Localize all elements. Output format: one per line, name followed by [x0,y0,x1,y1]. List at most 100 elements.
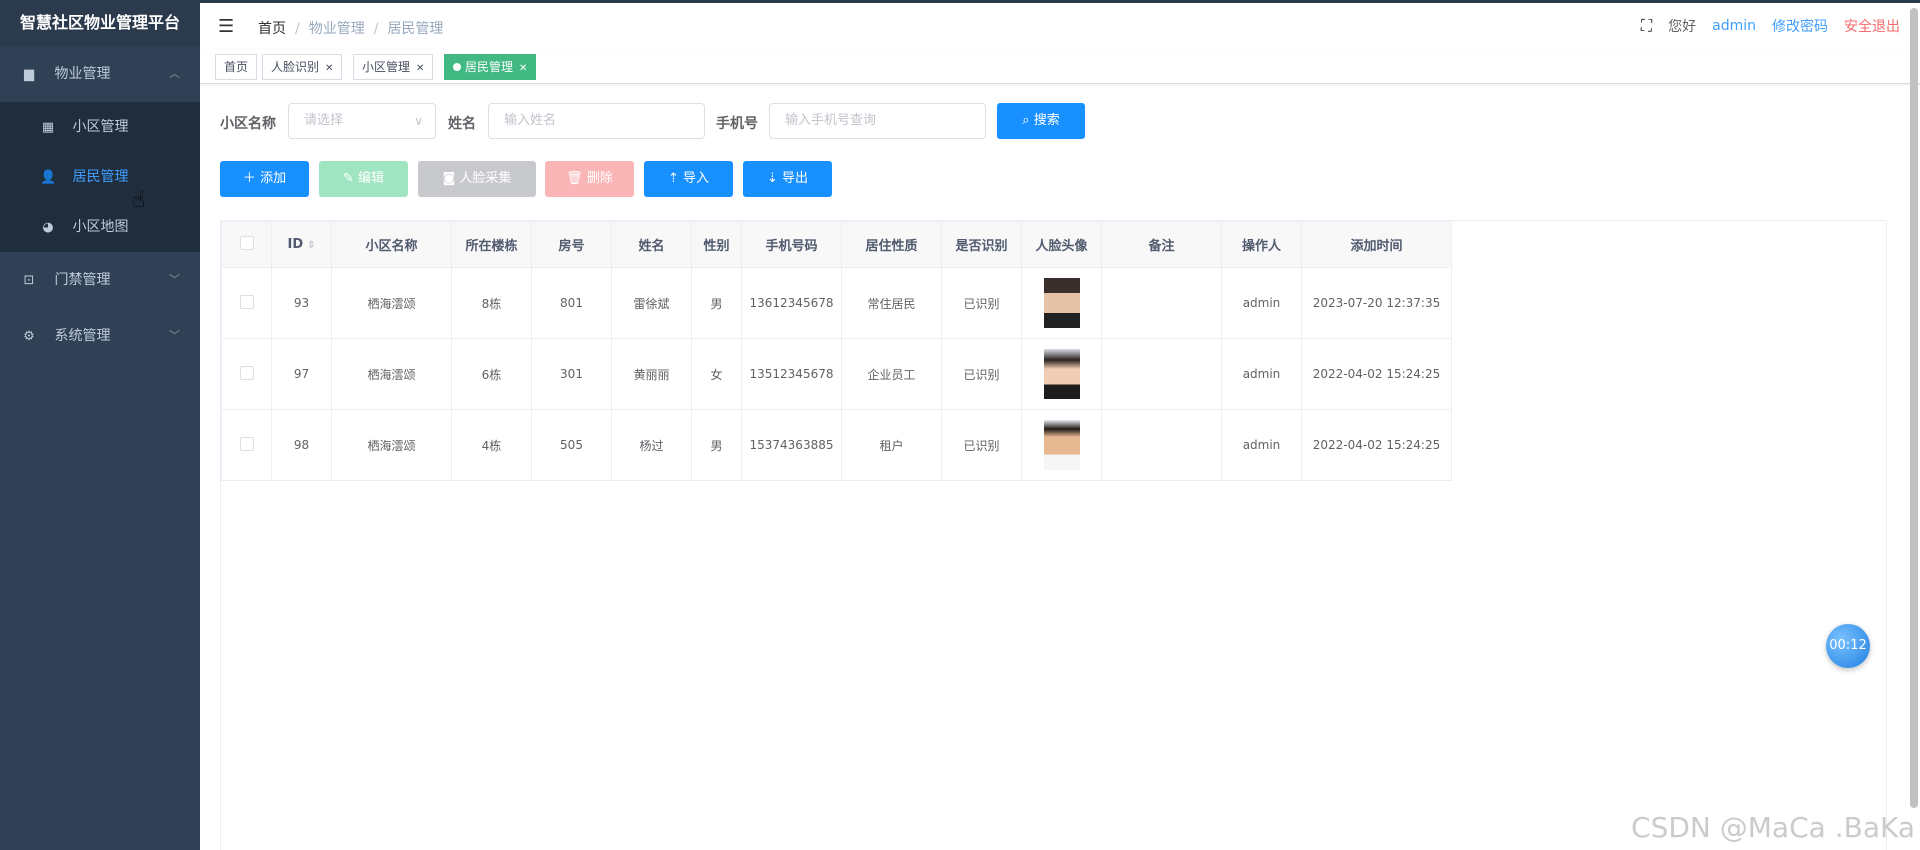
col-community: 小区名称 [331,221,452,268]
logout-link[interactable]: 安全退出 [1844,16,1900,36]
chevron-down-icon: ∨ [414,114,423,128]
breadcrumb: 首页 / 物业管理 / 居民管理 [258,21,444,37]
col-name: 姓名 [611,221,692,268]
cell-community: 栖海澐颂 [331,409,452,481]
cell-residence: 常住居民 [841,267,942,339]
export-button[interactable]: ⇣ 导出 [743,161,832,197]
sidebar-item-residents[interactable]: 👤 居民管理 [0,152,200,202]
import-button[interactable]: ⇡ 导入 [644,161,733,197]
sidebar-submenu: ▦ 小区管理 👤 居民管理 ◕ 小区地图 [0,102,200,252]
hand-cursor-icon: ☝ [132,188,146,213]
select-all-cell [221,221,272,268]
cell-phone: 13512345678 [741,338,842,410]
cell-avatar [1021,409,1102,481]
cell-recognized: 已识别 [941,409,1022,481]
sidebar: 智慧社区物业管理平台 ▆ 物业管理 ︿ ▦ 小区管理 👤 居民管理 ◕ 小区地图… [0,0,200,850]
page-scrollbar[interactable] [1910,8,1918,808]
cell-id: 97 [271,338,332,410]
breadcrumb-current: 居民管理 [387,21,444,37]
close-icon[interactable]: ✕ [519,63,527,74]
row-checkbox[interactable] [239,436,254,451]
sort-icon[interactable]: ⇕ [307,240,315,251]
tags-view: 首页 人脸识别 ✕ 小区管理 ✕ 居民管理 ✕ [200,50,1920,84]
phone-label: 手机号 [716,116,758,132]
col-building: 所在楼栋 [451,221,532,268]
community-label: 小区名称 [220,116,276,132]
add-button[interactable]: ＋ 添加 [220,161,309,197]
row-checkbox[interactable] [239,365,254,380]
phone-input[interactable]: 输入手机号查询 [769,103,986,139]
search-icon: ⌕ [1022,113,1030,128]
sidebar-item-map[interactable]: ◕ 小区地图 [0,202,200,252]
cell-note [1101,338,1222,410]
upload-icon: ⇡ [667,171,679,186]
camera-icon: ◙ [442,171,456,186]
col-id[interactable]: ID ⇕ [271,221,332,268]
avatar[interactable] [1043,278,1080,328]
cell-room: 301 [531,338,612,410]
sidebar-group-system[interactable]: ⚙ 系统管理 ﹀ [0,308,200,364]
menu-toggle-icon[interactable]: ☰ [218,16,234,37]
select-all-checkbox[interactable] [239,235,254,250]
sidebar-group-label: 物业管理 [54,66,111,82]
edit-icon: ✎ [342,171,354,186]
breadcrumb-home[interactable]: 首页 [258,21,286,37]
close-icon[interactable]: ✕ [416,63,424,74]
cell-phone: 15374363885 [741,409,842,481]
residents-table: ID ⇕ 小区名称 所在楼栋 房号 姓名 性别 手机号码 居住性质 是否识别 人脸… [220,220,1887,850]
cell-operator: admin [1221,338,1302,410]
row-checkbox[interactable] [239,294,254,309]
tag-residents[interactable]: 居民管理 ✕ [444,54,537,80]
community-placeholder: 请选择 [304,113,344,128]
col-residence: 居住性质 [841,221,942,268]
name-label: 姓名 [448,116,476,132]
tag-home[interactable]: 首页 [215,54,258,80]
sidebar-item-community[interactable]: ▦ 小区管理 [0,102,200,152]
cell-residence: 企业员工 [841,338,942,410]
name-input[interactable]: 输入姓名 [488,103,705,139]
tag-label: 首页 [224,60,249,74]
sidebar-group-property[interactable]: ▆ 物业管理 ︿ [0,46,200,102]
timer-badge[interactable]: 00:12 [1826,624,1870,668]
sidebar-item-label: 小区管理 [72,119,129,135]
sidebar-group-access[interactable]: ⊡ 门禁管理 ﹀ [0,252,200,308]
avatar[interactable] [1043,349,1080,399]
community-select[interactable]: 请选择 ∨ [288,103,436,139]
table-row[interactable]: 97 栖海澐颂 6栋 301 黄丽丽 女 13512345678 企业员工 已识… [221,338,1452,410]
delete-button[interactable]: 🗑 删除 [545,161,634,197]
header-actions: ⛶ 您好 admin 修改密码 安全退出 [1641,16,1900,36]
cell-name: 黄丽丽 [611,338,692,410]
cell-note [1101,409,1222,481]
tag-community[interactable]: 小区管理 ✕ [353,54,434,80]
cell-residence: 租户 [841,409,942,481]
cell-avatar [1021,267,1102,339]
gear-icon: ⚙ [23,329,35,344]
greeting: 您好 [1668,19,1697,35]
table-row[interactable]: 98 栖海澐颂 4栋 505 杨过 男 15374363885 租户 已识别 a… [221,409,1452,481]
tag-face-recognition[interactable]: 人脸识别 ✕ [262,54,343,80]
col-recognized: 是否识别 [941,221,1022,268]
col-gender: 性别 [691,221,742,268]
cell-recognized: 已识别 [941,338,1022,410]
avatar[interactable] [1043,420,1080,470]
trash-icon: 🗑 [566,171,583,186]
fullscreen-icon[interactable]: ⛶ [1641,16,1652,36]
table-header: ID ⇕ 小区名称 所在楼栋 房号 姓名 性别 手机号码 居住性质 是否识别 人脸… [221,221,1452,268]
col-added: 添加时间 [1301,221,1452,268]
monitor-icon: ⊡ [23,273,35,288]
table-row[interactable]: 93 栖海澐颂 8栋 801 雷徐斌 男 13612345678 常住居民 已识… [221,267,1452,339]
col-note: 备注 [1101,221,1222,268]
close-icon[interactable]: ✕ [325,63,333,74]
cell-name: 雷徐斌 [611,267,692,339]
change-password-link[interactable]: 修改密码 [1772,16,1828,36]
cell-note [1101,267,1222,339]
chevron-down-icon: ﹀ [169,329,180,342]
search-button[interactable]: ⌕ 搜索 [997,103,1085,139]
username[interactable]: admin [1712,18,1756,34]
sidebar-group-label: 系统管理 [54,328,111,344]
tag-label: 小区管理 [362,60,411,74]
col-room: 房号 [531,221,612,268]
edit-button[interactable]: ✎ 编辑 [319,161,408,197]
cell-avatar [1021,338,1102,410]
face-capture-button[interactable]: ◙ 人脸采集 [418,161,536,197]
